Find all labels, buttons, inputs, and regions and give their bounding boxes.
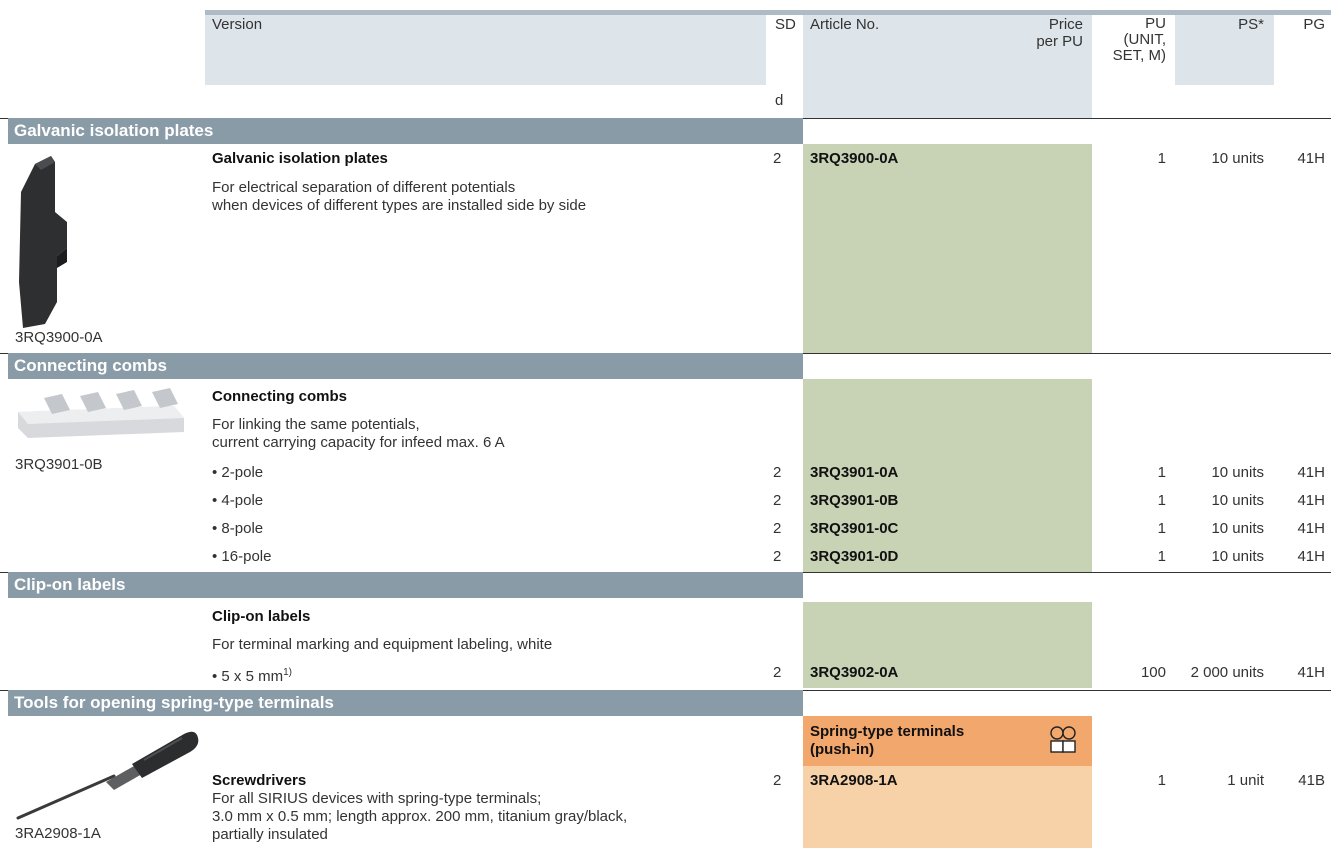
- header-price-line1: Price: [1048, 16, 1083, 33]
- combs-image-label: 3RQ3901-0B: [15, 456, 103, 473]
- galvanic-sd: 2: [773, 150, 782, 167]
- combs-row-article: 3RQ3901-0D: [810, 548, 899, 565]
- galvanic-pu: 1: [1157, 150, 1166, 167]
- galvanic-article: 3RQ3900-0A: [810, 150, 899, 167]
- tools-ps: 1 unit: [1227, 772, 1264, 789]
- combs-row-article: 3RQ3901-0C: [810, 520, 899, 537]
- combs-row-ps: 10 units: [1211, 548, 1264, 565]
- header-pu-line1: PU: [1145, 15, 1166, 32]
- header-article-no: Article No.: [810, 16, 880, 33]
- tools-article: 3RA2908-1A: [810, 772, 898, 789]
- tools-title: Screwdrivers: [212, 772, 307, 789]
- header-price: Price per PU: [1000, 16, 1083, 50]
- combs-row-sd: 2: [773, 548, 782, 565]
- tools-desc3: partially insulated: [212, 826, 328, 843]
- combs-band: Connecting combs: [8, 353, 803, 379]
- labels-pu: 100: [1140, 664, 1166, 681]
- tools-sd: 2: [773, 772, 782, 789]
- combs-row-sd: 2: [773, 464, 782, 481]
- galvanic-band: Galvanic isolation plates: [8, 118, 803, 144]
- combs-row-ps: 10 units: [1211, 520, 1264, 537]
- header-pu: PU (UNIT, SET, M): [1092, 16, 1166, 64]
- galvanic-desc1: For electrical separation of different p…: [212, 179, 516, 196]
- header-version: Version: [212, 16, 263, 33]
- screwdriver-image: [16, 731, 199, 820]
- combs-row-sd: 2: [773, 492, 782, 509]
- labels-row-label: • 5 x 5 mm: [212, 668, 284, 685]
- combs-desc1: For linking the same potentials,: [212, 416, 420, 433]
- labels-row-footnote: 1): [283, 667, 293, 678]
- tools-band: Tools for opening spring-type terminals: [8, 690, 803, 716]
- header-pu-line2: (UNIT,: [1123, 31, 1167, 48]
- labels-sd: 2: [773, 664, 782, 681]
- header-ps: PS*: [1238, 16, 1264, 33]
- spring-terminal-icon: [1050, 726, 1076, 753]
- spring-terminal-title-2: (push-in): [810, 741, 875, 758]
- combs-row-pg: 41H: [1297, 492, 1325, 509]
- tools-pu: 1: [1157, 772, 1166, 789]
- header-pg: PG: [1303, 16, 1325, 33]
- combs-row-label: • 4-pole: [212, 492, 264, 509]
- labels-title: Clip-on labels: [212, 608, 311, 625]
- combs-row-label: • 8-pole: [212, 520, 264, 537]
- galvanic-image-label: 3RQ3900-0A: [15, 329, 103, 346]
- labels-pg: 41H: [1297, 664, 1325, 681]
- combs-row-pu: 1: [1157, 492, 1166, 509]
- combs-row-article: 3RQ3901-0B: [810, 492, 899, 509]
- header-version-cell: [205, 15, 766, 85]
- galvanic-article-cell: [803, 144, 1092, 353]
- combs-desc2: current carrying capacity for infeed max…: [212, 434, 505, 451]
- combs-row-label: • 16-pole: [212, 548, 272, 565]
- combs-row-article: 3RQ3901-0A: [810, 464, 899, 481]
- galvanic-pg: 41H: [1297, 150, 1325, 167]
- header-sd: SD: [775, 16, 796, 33]
- spring-terminal-title-1: Spring-type terminals: [810, 723, 965, 740]
- labels-row: • 5 x 5 mm1): [212, 664, 292, 686]
- combs-row-pu: 1: [1157, 464, 1166, 481]
- connecting-comb-image: [18, 388, 184, 438]
- tools-pg: 41B: [1298, 772, 1325, 789]
- galvanic-title: Galvanic isolation plates: [212, 150, 388, 167]
- combs-row-pu: 1: [1157, 520, 1166, 537]
- header-pu-line3: SET, M): [1112, 47, 1166, 64]
- labels-band: Clip-on labels: [8, 572, 803, 598]
- combs-row-label: • 2-pole: [212, 464, 264, 481]
- combs-row-pg: 41H: [1297, 548, 1325, 565]
- labels-ps: 2 000 units: [1190, 664, 1264, 681]
- isolation-plate-image: [19, 156, 67, 328]
- tools-desc2: 3.0 mm x 0.5 mm; length approx. 200 mm, …: [212, 808, 628, 825]
- combs-row-pg: 41H: [1297, 520, 1325, 537]
- combs-row-pu: 1: [1157, 548, 1166, 565]
- header-sd-unit: d: [775, 92, 784, 109]
- combs-row-pg: 41H: [1297, 464, 1325, 481]
- combs-row-ps: 10 units: [1211, 464, 1264, 481]
- combs-row-sd: 2: [773, 520, 782, 537]
- tools-image-label: 3RA2908-1A: [15, 825, 101, 842]
- galvanic-ps: 10 units: [1211, 150, 1264, 167]
- combs-title: Connecting combs: [212, 388, 348, 405]
- tools-desc1: For all SIRIUS devices with spring-type …: [212, 790, 542, 807]
- labels-desc1: For terminal marking and equipment label…: [212, 636, 553, 653]
- labels-article: 3RQ3902-0A: [810, 664, 899, 681]
- galvanic-desc2: when devices of different types are inst…: [212, 197, 587, 214]
- header-price-line2: per PU: [1036, 33, 1083, 50]
- combs-row-ps: 10 units: [1211, 492, 1264, 509]
